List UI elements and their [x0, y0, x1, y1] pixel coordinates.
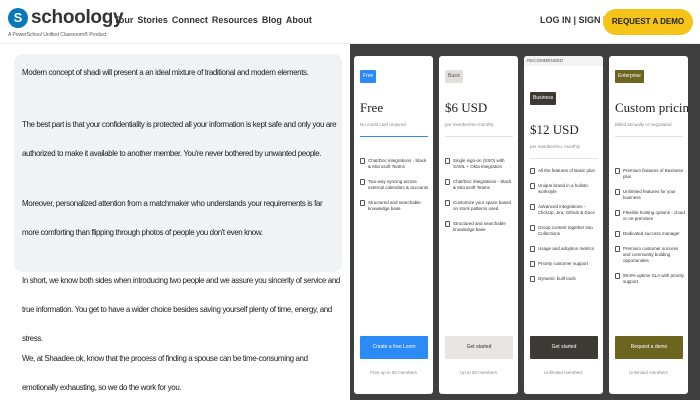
tool-icon — [530, 276, 535, 282]
request-demo-enterprise-button[interactable]: Request a demo — [615, 336, 683, 359]
feature-item: Priority customer support — [530, 261, 600, 267]
feature-item: All the features of Basic plus — [530, 168, 600, 174]
feature-item: Usage and adoption metrics — [530, 246, 600, 252]
nav-connect[interactable]: Connect — [172, 15, 208, 25]
key-icon — [445, 158, 450, 164]
chat-icon — [360, 158, 365, 164]
get-started-business-button[interactable]: Get started — [530, 336, 598, 359]
plan-card-basic: Basic $6 USD per member/mo monthly Singl… — [439, 56, 518, 394]
schoology-logo[interactable]: S schoology A PowerSchool Unified Classr… — [8, 4, 124, 40]
page: S schoology A PowerSchool Unified Classr… — [0, 0, 700, 400]
feature-item: Customize your space based on stock patt… — [445, 200, 515, 212]
check-icon — [530, 168, 535, 174]
feature-item: Chat/Doc integrations - Slack & Microsof… — [445, 179, 515, 191]
chart-icon — [530, 246, 535, 252]
plan-footnote: Up to 50 members — [459, 370, 497, 375]
request-demo-button[interactable]: REQUEST A DEMO — [603, 9, 693, 35]
plan-name: Free — [360, 100, 384, 115]
community-icon — [615, 246, 620, 252]
plan-footnote: Unlimited members — [629, 370, 668, 375]
pricing-panel: Free Free No credit card required Chat/D… — [350, 44, 700, 400]
plug-icon — [530, 204, 535, 210]
feature-item: 99.9% uptime SLA with priority support — [615, 273, 685, 285]
get-started-basic-button[interactable]: Get started — [445, 336, 513, 359]
folder-icon — [530, 225, 535, 231]
create-free-button[interactable]: Create a free Loom — [360, 336, 428, 359]
feature-item: Dedicated success manager — [615, 231, 685, 237]
sync-icon — [360, 179, 365, 185]
support-icon — [530, 261, 535, 267]
plan-card-business: RECOMMENDED Business $12 USD per member/… — [524, 56, 603, 394]
feature-item: Structured and searchable knowledge base — [445, 221, 515, 233]
nav-blog[interactable]: Blog — [262, 15, 282, 25]
main-nav: Tour Stories Connect Resources Blog Abou… — [114, 15, 312, 25]
article-panel: Modern concept of shadi will present a a… — [0, 44, 350, 400]
feature-item: Advanced integrations - ClickUp, Jira, G… — [530, 204, 600, 216]
cloud-icon — [615, 210, 620, 216]
paragraph-2: The best part is that your confidentiali… — [22, 120, 337, 158]
document-icon — [445, 221, 450, 227]
logo-wordmark: schoology — [31, 7, 124, 28]
nav-resources[interactable]: Resources — [212, 15, 258, 25]
plan-badge: Business — [530, 92, 557, 105]
site-header: S schoology A PowerSchool Unified Classr… — [0, 0, 700, 44]
feature-item: Group content together into Collections — [530, 225, 600, 237]
plan-subtitle: per member/mo, monthly — [530, 144, 581, 149]
nav-stories[interactable]: Stories — [137, 15, 168, 25]
feature-item: Two-way syncing across external calendar… — [360, 179, 430, 191]
feature-item: Structured and searchable knowledge base — [360, 200, 430, 212]
plan-card-enterprise: Enterprise Custom pricing Billed annuall… — [609, 56, 688, 394]
feature-item: Chat/Doc integrations - Slack & Microsof… — [360, 158, 430, 170]
logo-tagline: A PowerSchool Unified Classroom® Product — [8, 32, 107, 38]
plan-subtitle: Billed annually or negotiated — [615, 122, 672, 127]
nav-tour[interactable]: Tour — [114, 15, 133, 25]
feature-item: Premium features of Business plus — [615, 168, 685, 180]
plan-name: Custom pricing — [615, 100, 688, 115]
feature-item: Dynamic built tools — [530, 276, 600, 282]
check-icon — [615, 168, 620, 174]
plan-badge: Enterprise — [615, 70, 644, 83]
feature-item: Unique brand in a holistic workstyle — [530, 183, 600, 195]
recommended-label: RECOMMENDED — [524, 56, 603, 66]
plan-footnote: Unlimited members — [544, 370, 583, 375]
feature-item: Flexible hosting options - cloud or on-p… — [615, 210, 685, 222]
plan-badge: Free — [360, 70, 377, 83]
chat-icon — [445, 179, 450, 185]
feature-item: Unlimited features for your business — [615, 189, 685, 201]
feature-item: Single sign-on (SSO) with SAML + Okta in… — [445, 158, 515, 170]
feature-list: Chat/Doc integrations - Slack & Microsof… — [360, 158, 430, 221]
plan-divider — [360, 136, 428, 137]
plan-subtitle: per member/mo monthly — [445, 122, 494, 127]
brand-icon — [530, 183, 535, 189]
shield-icon — [615, 273, 620, 279]
feature-item: Premium customer success and community b… — [615, 246, 685, 264]
plan-card-free: Free Free No credit card required Chat/D… — [354, 56, 433, 394]
paragraph-4: In short, we know both sides when introd… — [22, 276, 340, 343]
plan-divider — [445, 136, 513, 137]
plan-divider — [530, 158, 598, 159]
logo-mark-icon: S — [8, 8, 28, 28]
paragraph-3: Moreover, personalized attention from a … — [22, 199, 323, 237]
plan-name: $6 USD — [445, 100, 488, 115]
feature-list: All the features of Basic plus Unique br… — [530, 168, 600, 291]
feature-list: Premium features of Business plus Unlimi… — [615, 168, 685, 294]
feature-list: Single sign-on (SSO) with SAML + Okta in… — [445, 158, 515, 242]
plan-footnote: Free up to 50 members — [370, 370, 417, 375]
paragraph-5: We, at Shaadee.ok, know that the process… — [22, 354, 308, 392]
person-icon — [615, 231, 620, 237]
infinity-icon — [615, 189, 620, 195]
plan-name: $12 USD — [530, 122, 579, 137]
plan-divider — [615, 136, 683, 137]
plan-subtitle: No credit card required — [360, 122, 406, 127]
plan-badge: Basic — [445, 70, 464, 83]
document-icon — [360, 200, 365, 206]
palette-icon — [445, 200, 450, 206]
paragraph-1: Modern concept of shadi will present a a… — [22, 68, 309, 77]
nav-about[interactable]: About — [286, 15, 312, 25]
